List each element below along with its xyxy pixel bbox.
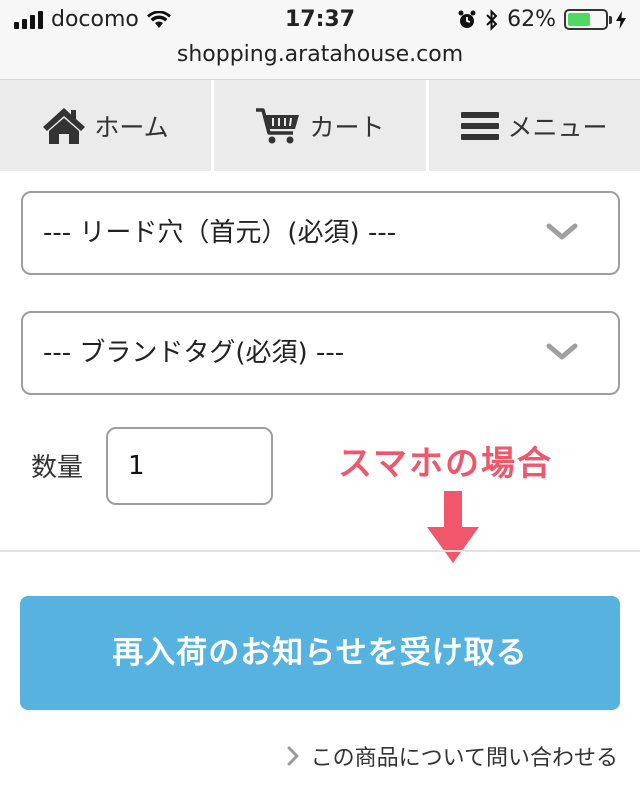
restock-notify-button[interactable]: 再入荷のお知らせを受け取る (20, 596, 620, 710)
lead-hole-select[interactable]: --- リード穴（首元）(必須) --- (21, 191, 620, 275)
arrow-down-icon (427, 491, 479, 563)
divider (0, 550, 640, 552)
product-inquiry-label: この商品について問い合わせる (310, 746, 618, 771)
quantity-label: 数量 (31, 453, 84, 483)
chevron-down-icon (546, 223, 578, 240)
url-text: shopping.aratahouse.com (176, 42, 464, 67)
nav-home-label: ホーム (94, 112, 169, 142)
nav-home[interactable]: ホーム (0, 80, 211, 171)
battery-icon (564, 9, 612, 30)
lead-hole-select-value: --- リード穴（首元）(必須) --- (43, 218, 397, 248)
alarm-icon (458, 10, 476, 28)
nav-bar: ホーム カート メニュー (0, 80, 640, 171)
nav-menu[interactable]: メニュー (429, 80, 640, 171)
menu-icon (461, 111, 500, 140)
battery-percent: 62% (507, 7, 556, 32)
product-inquiry-link[interactable]: この商品について問い合わせる (287, 740, 618, 772)
bluetooth-icon (486, 8, 498, 31)
cart-icon (256, 107, 300, 143)
nav-cart[interactable]: カート (214, 80, 426, 171)
nav-cart-label: カート (309, 112, 385, 142)
charging-icon (616, 10, 626, 29)
battery-level (568, 13, 591, 26)
chevron-down-icon (546, 343, 578, 360)
home-icon (43, 107, 86, 144)
smartphone-note: スマホの場合 (338, 444, 553, 484)
brand-tag-select[interactable]: --- ブランドタグ(必須) --- (21, 311, 620, 395)
status-right: 62% (457, 7, 626, 32)
brand-tag-select-value: --- ブランドタグ(必須) --- (43, 338, 345, 368)
nav-menu-label: メニュー (507, 112, 608, 142)
url-bar[interactable]: shopping.aratahouse.com (0, 40, 640, 80)
chevron-right-icon (287, 746, 299, 766)
status-bar: docomo 17:37 62% (0, 0, 640, 40)
quantity-input[interactable]: 1 (106, 427, 273, 505)
